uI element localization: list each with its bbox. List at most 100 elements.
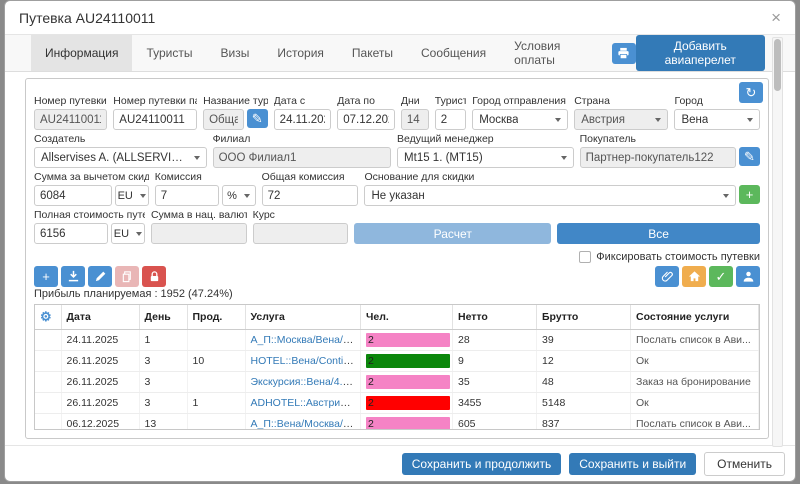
refresh-button[interactable]: ↻ bbox=[739, 82, 763, 103]
close-icon[interactable]: × bbox=[771, 9, 781, 26]
pencil-icon: ✎ bbox=[744, 149, 755, 165]
service-row[interactable]: 26.11.2025 3 10 HOTEL::Вена/Continental5… bbox=[35, 351, 759, 372]
add-flight-button[interactable]: Добавить авиаперелет bbox=[636, 35, 765, 71]
service-link[interactable]: HOTEL::Вена/Continental5 Gard?rop veya d… bbox=[251, 355, 361, 367]
service-row[interactable]: 26.11.2025 3 Экскурсия::Вена/4. Колесо о… bbox=[35, 372, 759, 393]
col-status: Состояние услуги bbox=[631, 305, 759, 330]
partner-number-input[interactable] bbox=[113, 109, 197, 130]
chevron-down-icon bbox=[655, 118, 661, 122]
country-select: Австрия bbox=[574, 109, 668, 130]
cancel-button[interactable]: Отменить bbox=[704, 452, 785, 476]
tab-history[interactable]: История bbox=[263, 35, 338, 71]
partner-number-label: Номер путевки партнера bbox=[113, 95, 197, 107]
save-continue-button[interactable]: Сохранить и продолжить bbox=[402, 453, 561, 475]
fix-cost-checkbox[interactable] bbox=[579, 251, 591, 263]
service-prod bbox=[187, 372, 245, 393]
edit-service-button[interactable] bbox=[88, 266, 112, 287]
tab-payment-terms[interactable]: Условия оплаты bbox=[500, 35, 605, 71]
currency-select[interactable]: EU bbox=[115, 185, 149, 206]
home-button[interactable] bbox=[682, 266, 706, 287]
service-day: 3 bbox=[139, 393, 187, 414]
pax-badge: 2 bbox=[366, 375, 450, 389]
edit-buyer-button[interactable]: ✎ bbox=[739, 147, 760, 166]
refresh-icon: ↻ bbox=[746, 85, 757, 101]
chevron-down-icon bbox=[723, 194, 729, 198]
confirm-button[interactable]: ✓ bbox=[709, 266, 733, 287]
tourists-input[interactable] bbox=[435, 109, 466, 130]
full-cost-input[interactable] bbox=[34, 223, 108, 244]
tourist-button[interactable] bbox=[736, 266, 760, 287]
commission-input[interactable] bbox=[155, 185, 219, 206]
manager-label: Ведущий менеджер bbox=[397, 133, 574, 145]
modal-footer: Сохранить и продолжить Сохранить и выйти… bbox=[5, 445, 795, 481]
service-row[interactable]: 24.11.2025 1 А_П::Москва/Вена/АТ111, DME… bbox=[35, 330, 759, 351]
col-net: Нетто bbox=[453, 305, 537, 330]
check-icon: ✓ bbox=[716, 269, 727, 285]
departure-city-select[interactable]: Москва bbox=[472, 109, 568, 130]
planned-profit: Прибыль планируемая :1952(47.24%) bbox=[34, 288, 760, 302]
info-panel: ↻ Номер путевки Номер путевки партнера Н… bbox=[25, 78, 769, 439]
print-button[interactable] bbox=[612, 43, 636, 64]
pax-badge: 2 bbox=[366, 396, 450, 410]
service-row[interactable]: 06.12.2025 13 А_П::Вена/Москва/АТ333, VI… bbox=[35, 414, 759, 431]
manager-select[interactable]: Mt15 1. (МТ15) bbox=[397, 147, 574, 168]
service-net: 3455 bbox=[453, 393, 537, 414]
edit-tour-button[interactable]: ✎ bbox=[247, 109, 268, 128]
service-day: 3 bbox=[139, 372, 187, 393]
pax-badge: 2 bbox=[366, 417, 450, 430]
service-link[interactable]: А_П::Москва/Вена/АТ111, DME-VIE1, 08:00-… bbox=[251, 334, 361, 346]
attach-button[interactable] bbox=[655, 266, 679, 287]
tab-packages[interactable]: Пакеты bbox=[338, 35, 407, 71]
creator-label: Создатель bbox=[34, 133, 207, 145]
amount-less-discount-input[interactable] bbox=[34, 185, 112, 206]
chevron-down-icon bbox=[136, 232, 142, 236]
rate-label: Курс bbox=[253, 209, 349, 221]
service-link[interactable]: Экскурсия::Вена/4. Колесо обозрения/Груп… bbox=[251, 376, 361, 388]
date-to-input[interactable] bbox=[337, 109, 395, 130]
lock-service-button[interactable] bbox=[142, 266, 166, 287]
paperclip-icon bbox=[661, 270, 674, 283]
discount-reason-select[interactable]: Не указан bbox=[364, 185, 736, 206]
branch-input bbox=[213, 147, 391, 168]
service-status: Послать список в Ави... bbox=[631, 330, 759, 351]
service-date: 26.11.2025 bbox=[61, 372, 139, 393]
all-button[interactable]: Все bbox=[557, 223, 760, 244]
col-prod: Прод. bbox=[187, 305, 245, 330]
full-cost-label: Полная стоимость путевки bbox=[34, 209, 145, 221]
scrollbar-thumb[interactable] bbox=[774, 39, 781, 91]
service-link[interactable]: ADHOTEL::Австрия/Новогодний ужин,1 день bbox=[251, 397, 361, 409]
chevron-down-icon bbox=[194, 156, 200, 160]
tab-tourists[interactable]: Туристы bbox=[132, 35, 206, 71]
chevron-down-icon bbox=[555, 118, 561, 122]
service-date: 26.11.2025 bbox=[61, 393, 139, 414]
city-select[interactable]: Вена bbox=[674, 109, 760, 130]
fix-cost-label: Фиксировать стоимость путевки bbox=[596, 251, 760, 263]
tab-information[interactable]: Информация bbox=[31, 35, 132, 71]
save-exit-button[interactable]: Сохранить и выйти bbox=[569, 453, 696, 475]
calc-button[interactable]: Расчет bbox=[354, 223, 551, 244]
full-cost-currency-select[interactable]: EU bbox=[111, 223, 145, 244]
service-link[interactable]: А_П::Вена/Москва/АТ333, VIE1-DME, 23:59-… bbox=[251, 418, 361, 430]
creator-select[interactable]: Allservises A. (ALLSERVICES) bbox=[34, 147, 207, 168]
commission-unit-select[interactable]: % bbox=[222, 185, 256, 206]
tab-messages[interactable]: Сообщения bbox=[407, 35, 500, 71]
days-input bbox=[401, 109, 429, 130]
download-button[interactable] bbox=[61, 266, 85, 287]
add-service-button[interactable]: + bbox=[34, 266, 58, 287]
pencil-icon: ✎ bbox=[252, 111, 263, 127]
service-prod: 1 bbox=[187, 393, 245, 414]
table-settings-gear-icon[interactable]: ⚙ bbox=[40, 309, 52, 324]
voucher-number-label: Номер путевки bbox=[34, 95, 107, 107]
service-gross: 837 bbox=[537, 414, 631, 431]
plus-icon: + bbox=[746, 187, 754, 202]
add-discount-button[interactable]: + bbox=[739, 185, 760, 204]
service-status: Заказ на бронирование bbox=[631, 372, 759, 393]
tab-visas[interactable]: Визы bbox=[207, 35, 264, 71]
service-day: 13 bbox=[139, 414, 187, 431]
date-from-input[interactable] bbox=[274, 109, 332, 130]
tab-content: ↻ Номер путевки Номер путевки партнера Н… bbox=[5, 72, 795, 445]
national-amount-label: Сумма в нац. валюте bbox=[151, 209, 247, 221]
vertical-scrollbar[interactable] bbox=[772, 37, 783, 447]
total-commission-input[interactable] bbox=[262, 185, 359, 206]
service-row[interactable]: 26.11.2025 3 1 ADHOTEL::Австрия/Новогодн… bbox=[35, 393, 759, 414]
